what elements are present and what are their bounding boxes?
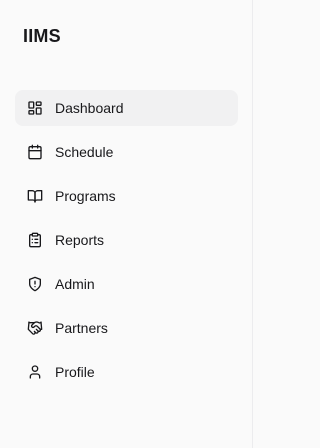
sidebar-item-admin[interactable]: Admin — [15, 266, 238, 302]
sidebar-item-label: Partners — [55, 320, 108, 336]
sidebar-item-schedule[interactable]: Schedule — [15, 134, 238, 170]
sidebar-item-profile[interactable]: Profile — [15, 354, 238, 390]
sidebar-item-reports[interactable]: Reports — [15, 222, 238, 258]
sidebar-nav: Dashboard Schedule Programs Reports Admi… — [15, 90, 238, 398]
sidebar: IIMS Dashboard Schedule Programs Reports… — [0, 0, 253, 448]
sidebar-item-label: Reports — [55, 232, 105, 248]
sidebar-item-programs[interactable]: Programs — [15, 178, 238, 214]
app-title: IIMS — [23, 26, 61, 46]
book-open-icon — [27, 188, 43, 204]
clipboard-list-icon — [27, 232, 43, 248]
dashboard-icon — [27, 100, 43, 116]
sidebar-item-label: Admin — [55, 276, 95, 292]
shield-alert-icon — [27, 276, 43, 292]
sidebar-item-label: Profile — [55, 364, 95, 380]
sidebar-item-label: Dashboard — [55, 100, 124, 116]
sidebar-item-partners[interactable]: Partners — [15, 310, 238, 346]
calendar-icon — [27, 144, 43, 160]
handshake-icon — [27, 320, 43, 336]
sidebar-item-label: Schedule — [55, 144, 114, 160]
user-icon — [27, 364, 43, 380]
sidebar-item-label: Programs — [55, 188, 116, 204]
sidebar-item-dashboard[interactable]: Dashboard — [15, 90, 238, 126]
